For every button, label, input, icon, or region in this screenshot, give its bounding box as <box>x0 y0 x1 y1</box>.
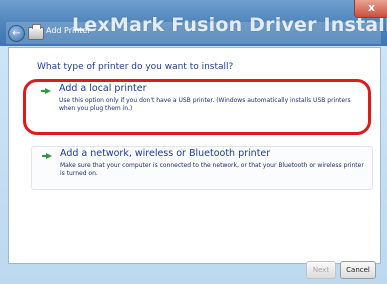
back-arrow-icon[interactable]: ← <box>8 25 25 42</box>
option-description: Make sure that your computer is connecte… <box>60 162 364 177</box>
green-arrow-icon <box>41 88 51 94</box>
cancel-button[interactable]: Cancel <box>340 261 376 279</box>
green-arrow-icon <box>42 153 52 159</box>
printer-icon <box>28 24 44 40</box>
option-add-network-printer[interactable]: Add a network, wireless or Bluetooth pri… <box>31 146 373 190</box>
option-description: Use this option only if you don't have a… <box>59 97 351 112</box>
option-add-local-printer[interactable]: Add a local printer Use this option only… <box>31 82 371 124</box>
close-button[interactable]: x <box>354 0 387 18</box>
next-button[interactable]: Next <box>306 261 336 279</box>
page-question: What type of printer do you want to inst… <box>37 62 234 72</box>
option-title[interactable]: Add a local printer <box>59 83 146 94</box>
title-banner: LexMark Fusion Driver Install x ← Add Pr… <box>0 0 387 46</box>
option-title[interactable]: Add a network, wireless or Bluetooth pri… <box>60 148 270 159</box>
add-printer-window: LexMark Fusion Driver Install x ← Add Pr… <box>0 0 387 284</box>
wizard-content: What type of printer do you want to inst… <box>8 47 381 264</box>
wizard-title: Add Printer <box>46 26 91 35</box>
wizard-button-bar: Next Cancel <box>8 253 379 284</box>
